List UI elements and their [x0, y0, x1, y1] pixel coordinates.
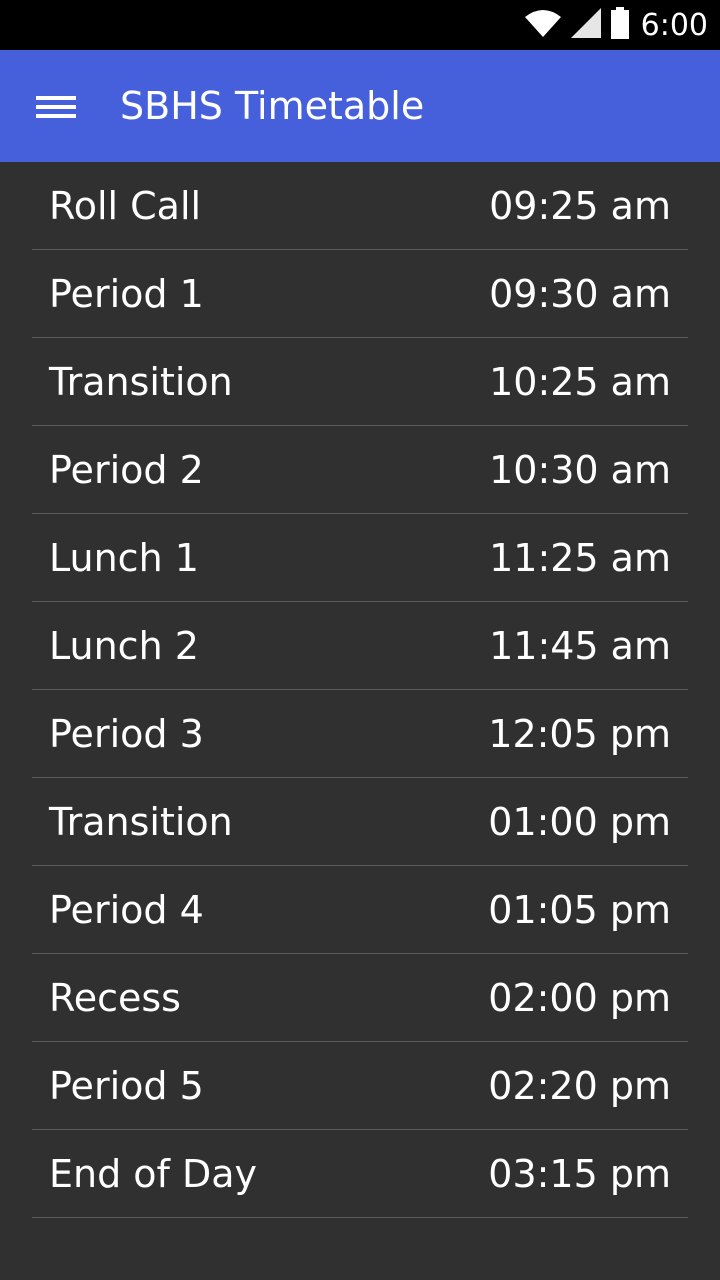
- timetable-row[interactable]: Transition 01:00 pm: [32, 778, 688, 866]
- period-time: 01:00 pm: [488, 799, 671, 844]
- timetable-row[interactable]: Lunch 1 11:25 am: [32, 514, 688, 602]
- period-name: Transition: [49, 799, 233, 844]
- status-bar: 6:00: [0, 0, 720, 50]
- wifi-icon: [524, 9, 561, 41]
- period-name: Recess: [49, 975, 181, 1020]
- period-time: 02:00 pm: [488, 975, 671, 1020]
- timetable-row[interactable]: Recess 02:00 pm: [32, 954, 688, 1042]
- period-time: 10:30 am: [489, 447, 671, 492]
- status-time: 6:00: [640, 7, 708, 43]
- period-time: 11:25 am: [489, 535, 671, 580]
- period-time: 11:45 am: [489, 623, 671, 668]
- period-name: Period 5: [49, 1063, 204, 1108]
- period-name: Period 4: [49, 887, 204, 932]
- menu-icon[interactable]: [36, 96, 76, 118]
- period-name: Lunch 1: [49, 535, 199, 580]
- period-time: 09:30 am: [489, 271, 671, 316]
- signal-icon: [570, 8, 601, 42]
- app-bar: SBHS Timetable: [0, 50, 720, 162]
- period-time: 12:05 pm: [488, 711, 671, 756]
- period-name: Period 3: [49, 711, 204, 756]
- timetable-list: Roll Call 09:25 am Period 1 09:30 am Tra…: [32, 162, 688, 1218]
- app-title: SBHS Timetable: [120, 84, 425, 128]
- timetable-row[interactable]: Period 5 02:20 pm: [32, 1042, 688, 1130]
- period-name: Roll Call: [49, 183, 202, 228]
- period-time: 01:05 pm: [488, 887, 671, 932]
- period-name: Period 1: [49, 271, 204, 316]
- period-name: End of Day: [49, 1151, 258, 1196]
- battery-icon: [610, 7, 629, 43]
- period-time: 02:20 pm: [488, 1063, 671, 1108]
- timetable-row[interactable]: Period 3 12:05 pm: [32, 690, 688, 778]
- timetable-row[interactable]: Period 2 10:30 am: [32, 426, 688, 514]
- timetable-row[interactable]: End of Day 03:15 pm: [32, 1130, 688, 1218]
- period-time: 09:25 am: [489, 183, 671, 228]
- timetable-row[interactable]: Transition 10:25 am: [32, 338, 688, 426]
- period-time: 10:25 am: [489, 359, 671, 404]
- timetable-row[interactable]: Roll Call 09:25 am: [32, 162, 688, 250]
- period-name: Period 2: [49, 447, 204, 492]
- period-name: Lunch 2: [49, 623, 199, 668]
- period-time: 03:15 pm: [488, 1151, 671, 1196]
- status-icons: 6:00: [524, 0, 708, 50]
- timetable-row[interactable]: Period 1 09:30 am: [32, 250, 688, 338]
- timetable-row[interactable]: Lunch 2 11:45 am: [32, 602, 688, 690]
- timetable-row[interactable]: Period 4 01:05 pm: [32, 866, 688, 954]
- period-name: Transition: [49, 359, 233, 404]
